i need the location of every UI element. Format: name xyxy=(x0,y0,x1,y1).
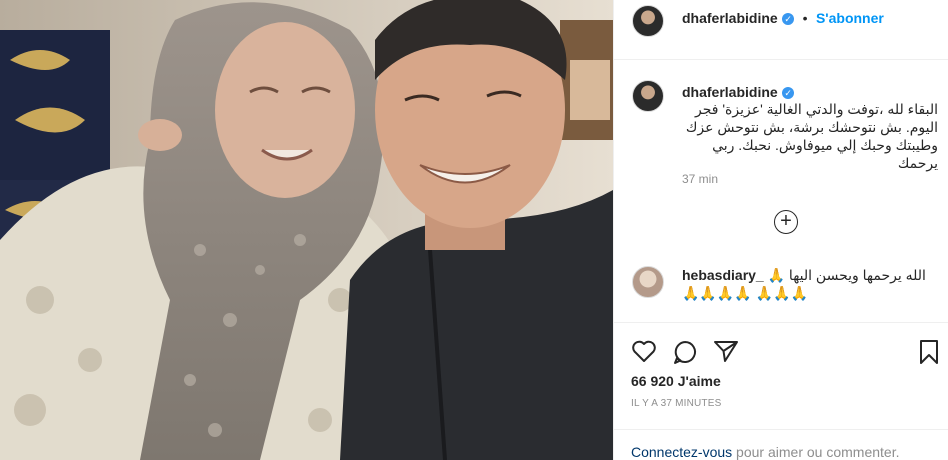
post-photo[interactable] xyxy=(0,0,613,460)
post-side-panel: dhaferlabidine ✓ • S'abonner dhaferlabid… xyxy=(613,0,948,460)
author-username[interactable]: dhaferlabidine xyxy=(682,10,778,26)
login-prompt-rest: pour aimer ou commenter. xyxy=(732,444,900,460)
login-prompt: Connectez-vous pour aimer ou commenter. xyxy=(631,444,899,460)
caption-verified-badge-icon: ✓ xyxy=(782,86,795,99)
follow-button[interactable]: S'abonner xyxy=(816,10,884,26)
comment-item: hebasdiary_ الله يرحمها ويحسن اليها 🙏🙏🙏🙏… xyxy=(682,266,938,302)
likes-count[interactable]: 66 920 J'aime xyxy=(631,373,721,389)
photo-illustration xyxy=(0,0,613,460)
commenter-avatar[interactable] xyxy=(632,266,664,298)
caption-text: البقاء لله ،توفت والدتي الغالية 'عزيزة' … xyxy=(685,101,938,171)
comment-icon[interactable] xyxy=(672,339,698,365)
caption-author-avatar[interactable] xyxy=(632,80,664,112)
comment-footer: Connectez-vous pour aimer ou commenter. xyxy=(614,429,948,460)
author-avatar[interactable] xyxy=(632,5,664,37)
heart-icon[interactable] xyxy=(631,339,657,363)
bookmark-icon[interactable] xyxy=(918,339,940,365)
separator-dot: • xyxy=(802,10,808,26)
login-link[interactable]: Connectez-vous xyxy=(631,444,732,460)
share-icon[interactable] xyxy=(713,339,739,363)
caption-username[interactable]: dhaferlabidine xyxy=(682,84,778,100)
header-line: dhaferlabidine ✓ • S'abonner xyxy=(682,10,884,28)
caption-time[interactable]: 37 min xyxy=(682,172,718,186)
post-header: dhaferlabidine ✓ • S'abonner xyxy=(614,0,948,60)
load-more-comments-button[interactable]: + xyxy=(774,210,798,234)
verified-badge-icon: ✓ xyxy=(782,12,795,25)
commenter-username[interactable]: hebasdiary_ xyxy=(682,267,764,283)
post-timestamp[interactable]: IL Y A 37 MINUTES xyxy=(631,398,721,409)
